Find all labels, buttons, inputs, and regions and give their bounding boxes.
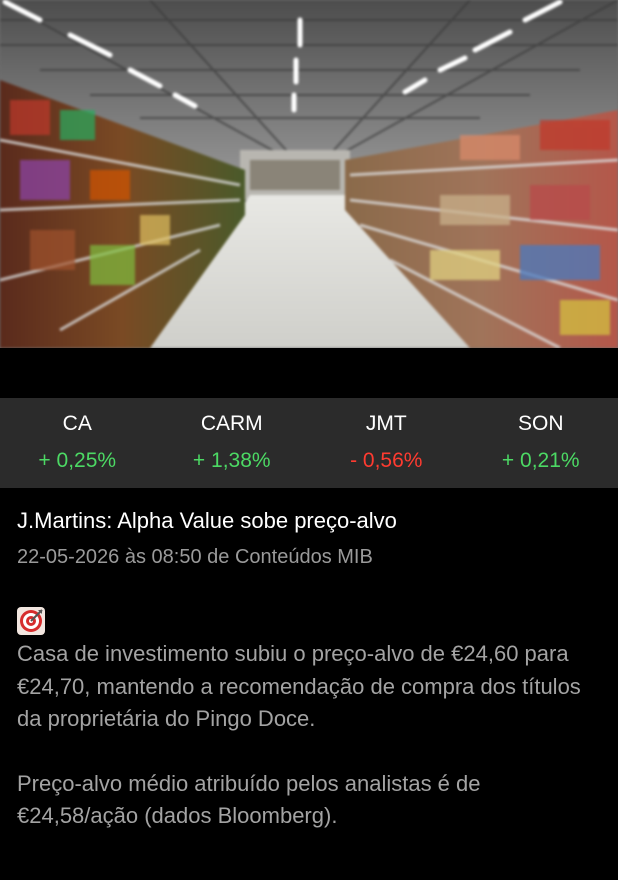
article-paragraph: Casa de investimento subiu o preço-alvo …	[17, 641, 581, 731]
ticker-ca[interactable]: CA + 0,25%	[0, 398, 155, 488]
stock-ticker-strip: CA + 0,25% CARM + 1,38% JMT - 0,56% SON …	[0, 398, 618, 488]
ticker-son[interactable]: SON + 0,21%	[464, 398, 618, 488]
ticker-jmt[interactable]: JMT - 0,56%	[309, 398, 464, 488]
article-title: J.Martins: Alpha Value sobe preço-alvo	[17, 508, 397, 533]
ticker-symbol: SON	[517, 412, 564, 435]
article-body: Casa de investimento subiu o preço-alvo …	[17, 638, 607, 833]
ticker-change: + 1,38%	[192, 449, 271, 472]
ticker-change: - 0,56%	[350, 449, 423, 472]
ticker-carm[interactable]: CARM + 1,38%	[155, 398, 310, 488]
article-meta: 22-05-2026 às 08:50 de Conteúdos MIB	[17, 546, 373, 568]
ticker-symbol: CARM	[200, 412, 263, 435]
spacer	[0, 348, 618, 398]
direct-hit-target-icon	[17, 607, 45, 635]
article-paragraph: Preço-alvo médio atribuído pelos analist…	[17, 770, 481, 829]
article-hero-image	[0, 0, 618, 348]
ticker-change: + 0,21%	[501, 449, 580, 472]
ticker-symbol: CA	[62, 412, 92, 435]
ticker-symbol: JMT	[365, 412, 407, 435]
ticker-change: + 0,25%	[38, 449, 117, 472]
